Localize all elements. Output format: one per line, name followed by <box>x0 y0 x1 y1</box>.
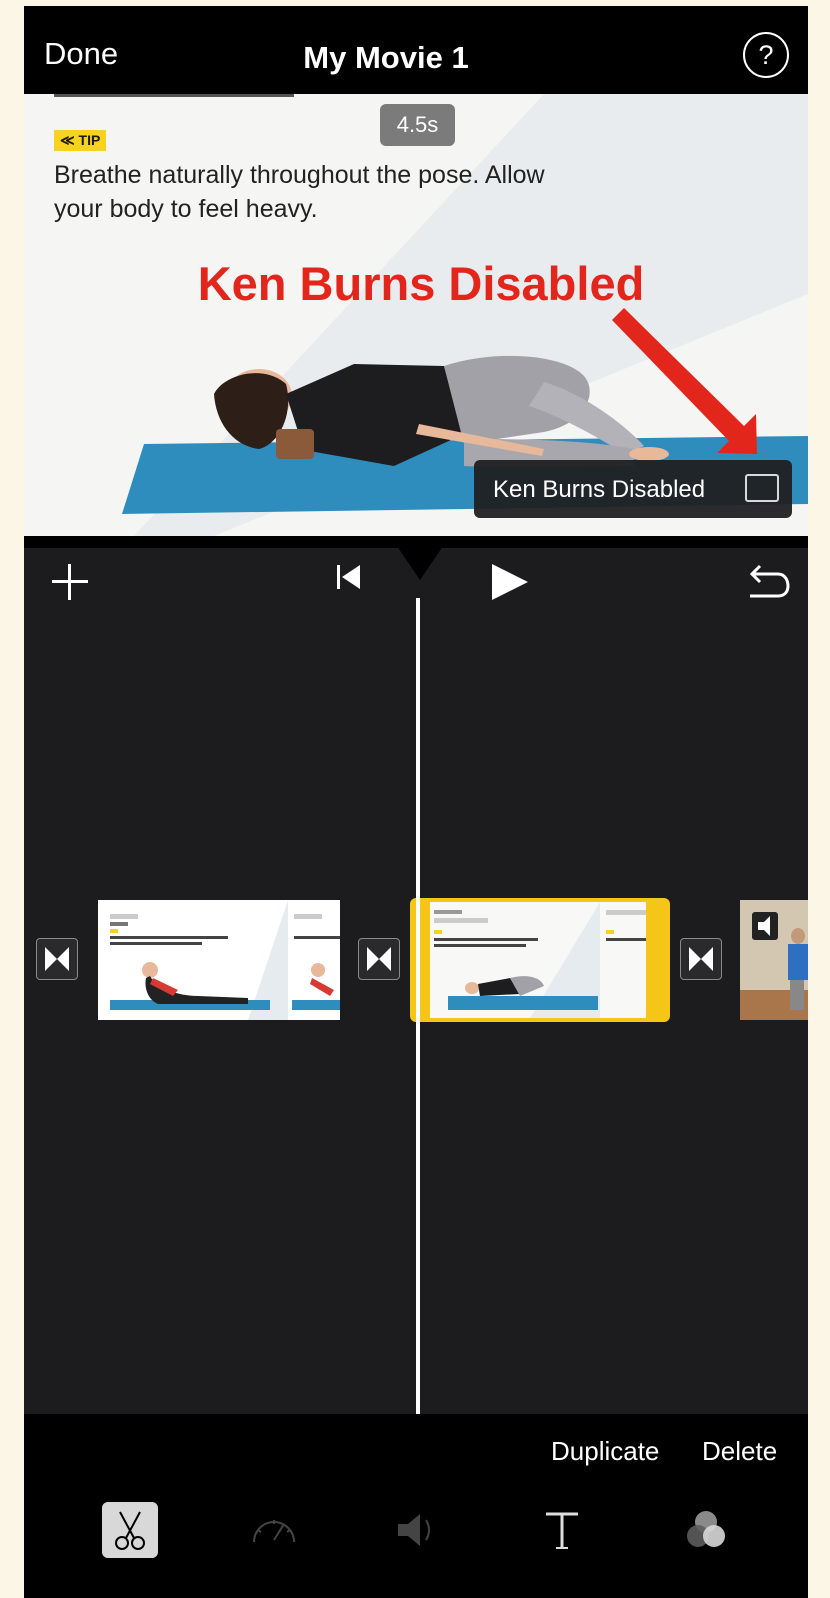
skip-to-start-icon[interactable] <box>334 562 364 592</box>
play-icon[interactable] <box>488 560 532 604</box>
add-media-icon[interactable] <box>50 562 90 602</box>
duplicate-button[interactable]: Duplicate <box>551 1436 659 1467</box>
cobra-pose-thumbnail <box>98 900 340 1020</box>
annotation-title: Ken Burns Disabled <box>197 257 645 310</box>
transition-icon[interactable] <box>358 938 400 980</box>
tip-badge: ≪ TIP <box>54 130 107 151</box>
speedometer-icon[interactable] <box>246 1502 302 1558</box>
edit-toolbar: Duplicate Delete <box>24 1414 808 1598</box>
playhead[interactable] <box>416 598 420 1418</box>
ken-burns-toggle[interactable]: Ken Burns Disabled <box>474 460 792 518</box>
undo-icon[interactable] <box>744 560 790 600</box>
imovie-screen: Done My Movie 1 ? 4.5s ≪ TIP Breathe nat… <box>24 6 808 1598</box>
reclined-goddess-thumbnail <box>430 902 646 1018</box>
tip-text: Breathe naturally throughout the pose. A… <box>54 161 545 223</box>
scissors-icon[interactable] <box>102 1502 158 1558</box>
filters-icon[interactable] <box>678 1502 734 1558</box>
video-thumbnail <box>740 900 808 1020</box>
question-circle-icon[interactable]: ? <box>743 32 789 78</box>
tip-badge-label: TIP <box>78 132 101 148</box>
playhead-notch <box>390 536 450 580</box>
cobra-pose-clip[interactable] <box>98 900 340 1020</box>
navigation-bar: Done My Movie 1 ? <box>24 6 808 94</box>
video-clip[interactable] <box>740 900 808 1020</box>
text-icon[interactable] <box>534 1502 590 1558</box>
transition-icon[interactable] <box>680 938 722 980</box>
delete-button[interactable]: Delete <box>702 1436 777 1467</box>
transition-icon[interactable] <box>36 938 78 980</box>
movie-title: My Movie 1 <box>303 40 469 75</box>
ken-burns-icon[interactable] <box>745 474 779 502</box>
reclined-goddess-clip[interactable] <box>410 898 670 1022</box>
clip-duration-badge: 4.5s <box>380 104 455 146</box>
volume-icon[interactable] <box>390 1502 446 1558</box>
ken-burns-label: Ken Burns Disabled <box>493 476 706 503</box>
preview-viewer[interactable]: 4.5s ≪ TIP Breathe naturally throughout … <box>24 94 808 536</box>
